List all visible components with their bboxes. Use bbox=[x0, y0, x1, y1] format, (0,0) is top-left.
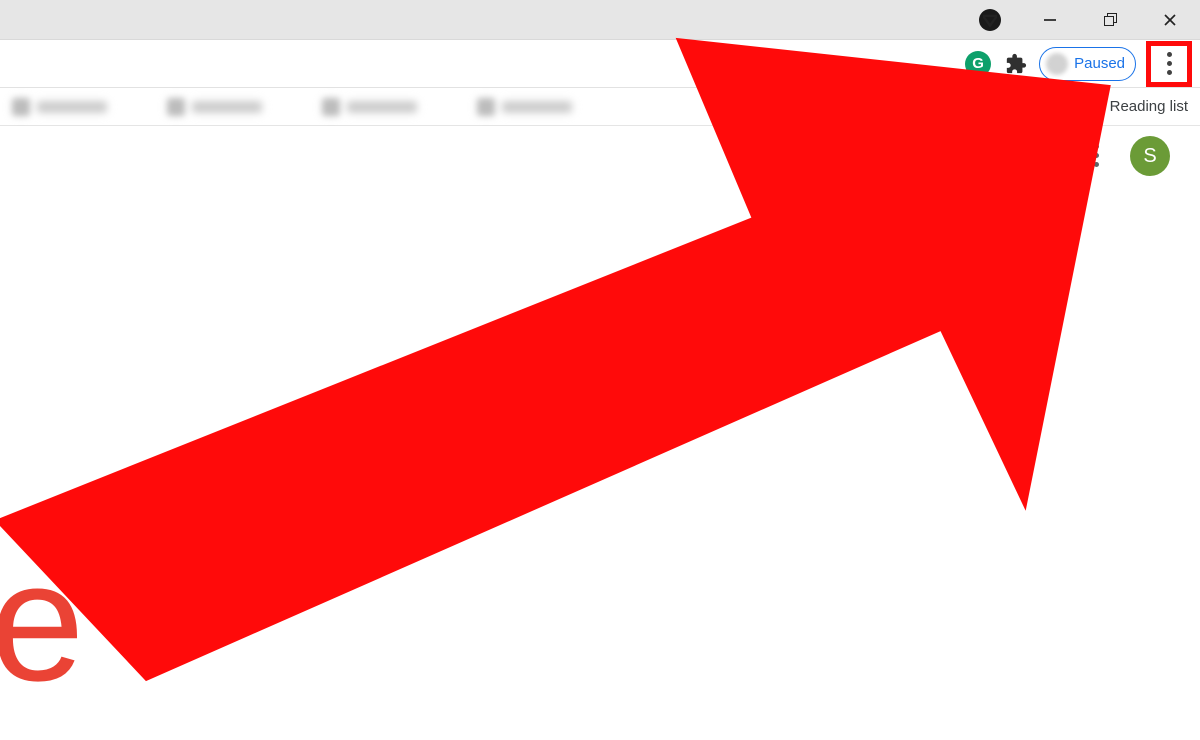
bookmark-item[interactable] bbox=[12, 98, 107, 116]
profile-status-label: Paused bbox=[1074, 55, 1125, 72]
apps-dot-icon bbox=[1094, 162, 1099, 167]
google-logo-fragment: e bbox=[0, 524, 85, 720]
reading-list-label: Reading list bbox=[1110, 98, 1188, 115]
minimize-icon bbox=[1043, 13, 1057, 27]
account-avatar-button[interactable]: S bbox=[1130, 136, 1170, 176]
window-titlebar bbox=[0, 0, 1200, 40]
bookmarks-bar: Reading list bbox=[0, 88, 1200, 126]
window-maximize-button[interactable] bbox=[1080, 1, 1140, 39]
extensions-button[interactable] bbox=[1001, 49, 1031, 79]
bookmark-label bbox=[502, 101, 572, 113]
bookmark-item[interactable] bbox=[322, 98, 417, 116]
grammarly-icon: G bbox=[965, 51, 991, 77]
reading-list-icon bbox=[1086, 98, 1104, 116]
tab-dropdown-button[interactable] bbox=[960, 1, 1020, 39]
kebab-dot-icon bbox=[1167, 61, 1172, 66]
bookmarks-left-group bbox=[12, 98, 572, 116]
bookmark-favicon-icon bbox=[477, 98, 495, 116]
bookmark-label bbox=[347, 101, 417, 113]
bookmark-label bbox=[192, 101, 262, 113]
kebab-dot-icon bbox=[1167, 52, 1172, 57]
profile-chip[interactable]: Paused bbox=[1039, 47, 1136, 81]
kebab-dot-icon bbox=[1167, 70, 1172, 75]
bookmark-favicon-icon bbox=[12, 98, 30, 116]
apps-dot-icon bbox=[1076, 144, 1081, 149]
page-header-actions: S bbox=[1076, 136, 1170, 176]
apps-dot-icon bbox=[1076, 153, 1081, 158]
puzzle-icon bbox=[1005, 53, 1027, 75]
page-content: S e bbox=[0, 126, 1200, 740]
grammarly-extension-button[interactable]: G bbox=[963, 49, 993, 79]
google-apps-button[interactable] bbox=[1076, 144, 1100, 168]
close-icon bbox=[1163, 13, 1177, 27]
apps-dot-icon bbox=[1085, 162, 1090, 167]
bookmark-item[interactable] bbox=[167, 98, 262, 116]
browser-toolbar: G Paused bbox=[0, 40, 1200, 88]
profile-avatar-icon bbox=[1046, 53, 1068, 75]
window-close-button[interactable] bbox=[1140, 1, 1200, 39]
annotation-highlight-box bbox=[1146, 41, 1192, 87]
apps-dot-icon bbox=[1085, 153, 1090, 158]
apps-dot-icon bbox=[1094, 153, 1099, 158]
apps-dot-icon bbox=[1076, 162, 1081, 167]
down-triangle-icon bbox=[979, 9, 1001, 31]
apps-dot-icon bbox=[1094, 144, 1099, 149]
avatar-initial: S bbox=[1143, 145, 1156, 168]
reading-list-button[interactable]: Reading list bbox=[1086, 98, 1188, 116]
apps-dot-icon bbox=[1085, 144, 1090, 149]
window-minimize-button[interactable] bbox=[1020, 1, 1080, 39]
bookmark-favicon-icon bbox=[322, 98, 340, 116]
maximize-icon bbox=[1103, 13, 1117, 27]
chrome-menu-button[interactable] bbox=[1167, 52, 1172, 75]
bookmark-label bbox=[37, 101, 107, 113]
bookmark-item[interactable] bbox=[477, 98, 572, 116]
bookmark-favicon-icon bbox=[167, 98, 185, 116]
